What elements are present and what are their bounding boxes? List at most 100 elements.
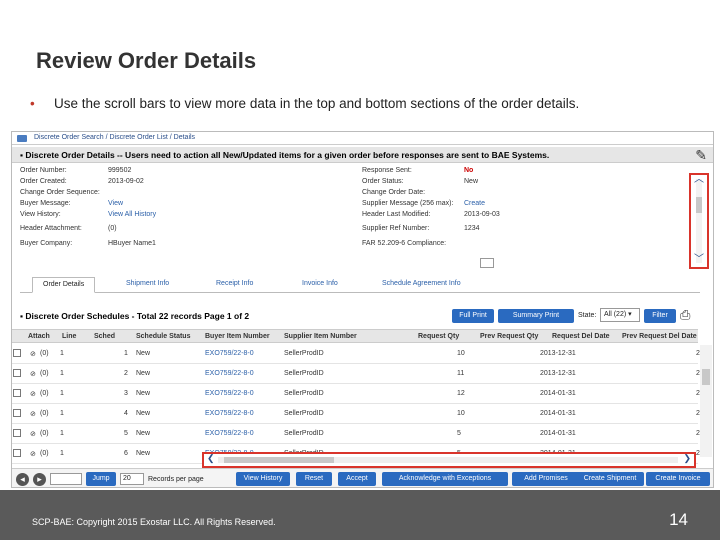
cell-supplier-item: SellerProdID: [284, 390, 324, 397]
action-button-reset[interactable]: Reset: [296, 472, 332, 486]
scroll-track[interactable]: [696, 179, 702, 263]
cell-del-date: 2014-01-31: [540, 410, 576, 417]
cell-line: 1: [60, 430, 64, 437]
cell-buyer-item[interactable]: EXO759/22-8-0: [205, 430, 254, 437]
column-header[interactable]: Schedule Status: [136, 333, 190, 340]
summary-print-button[interactable]: Summary Print: [498, 309, 574, 323]
action-button-accept[interactable]: Accept: [338, 472, 376, 486]
cell-buyer-item[interactable]: EXO759/22-8-0: [205, 370, 254, 377]
next-page-icon[interactable]: ▸: [33, 473, 46, 486]
column-header[interactable]: Prev Request Del Date: [622, 333, 697, 340]
cell-sched: 4: [124, 410, 128, 417]
hscroll-thumb[interactable]: [224, 457, 334, 463]
slide-footer: SCP-BAE: Copyright 2015 Exostar LLC. All…: [0, 490, 720, 540]
action-button-create-invoice[interactable]: Create Invoice: [646, 472, 710, 486]
action-button-view-history[interactable]: View History: [236, 472, 290, 486]
tab-invoice-info[interactable]: Invoice Info: [302, 280, 338, 287]
cell-line: 1: [60, 370, 64, 377]
column-header[interactable]: Buyer Item Number: [205, 333, 270, 340]
details-header: ▪ Discrete Order Details -- Users need t…: [12, 147, 713, 163]
cell-buyer-item[interactable]: EXO759/22-8-0: [205, 390, 254, 397]
cell-del-date: 2013-12-31: [540, 350, 576, 357]
detail-field: Order Status: New: [362, 177, 478, 186]
copyright-text: SCP-BAE: Copyright 2015 Exostar LLC. All…: [32, 517, 276, 527]
filter-button[interactable]: Filter: [644, 309, 676, 323]
action-button-acknowledge-with-exceptions[interactable]: Acknowledge with Exceptions: [382, 472, 508, 486]
chevron-up-icon[interactable]: ︿: [694, 175, 704, 185]
action-button-add-promises[interactable]: Add Promises: [512, 472, 580, 486]
per-page-select[interactable]: 20: [120, 473, 144, 485]
state-select[interactable]: All (22) ▾: [600, 308, 640, 322]
field-value[interactable]: Create: [464, 200, 485, 207]
cell-sched: 3: [124, 390, 128, 397]
export-icon[interactable]: ⎙: [680, 307, 690, 323]
field-value: New: [464, 178, 479, 185]
page-number: 14: [669, 510, 688, 529]
column-header[interactable]: Sched: [94, 333, 115, 340]
grid-horizontal-scrollbar[interactable]: ❮ ❯: [202, 452, 696, 468]
grid-scroll-thumb[interactable]: [702, 369, 710, 385]
detail-field: Buyer Company: HBuyer Name1: [20, 239, 156, 248]
tab-receipt-info[interactable]: Receipt Info: [216, 280, 253, 287]
column-header[interactable]: Prev Request Qty: [480, 333, 538, 340]
field-value[interactable]: View: [108, 200, 123, 207]
row-checkbox[interactable]: [13, 369, 21, 377]
chevron-right-icon[interactable]: ❯: [683, 453, 691, 464]
cell-attach: (0): [40, 390, 49, 397]
field-label: Change Order Date:: [362, 189, 426, 196]
details-vertical-scrollbar[interactable]: ︿ ﹀: [689, 173, 709, 269]
chevron-left-icon[interactable]: ❮: [207, 453, 215, 464]
table-row[interactable]: ⊘ (0) 1 2 New EXO759/22-8-0 SellerProdID 11 2013…: [12, 364, 700, 384]
cell-del-date: 2014-01-31: [540, 430, 576, 437]
row-checkbox[interactable]: [13, 449, 21, 457]
previous-page-icon[interactable]: ◂: [16, 473, 29, 486]
tab-shipment-info[interactable]: Shipment Info: [126, 280, 169, 287]
paperclip-icon[interactable]: ⊘: [30, 350, 36, 358]
column-header[interactable]: Request Del Date: [552, 333, 610, 340]
cell-supplier-item: SellerProdID: [284, 370, 324, 377]
breadcrumb-text[interactable]: Discrete Order Search / Discrete Order L…: [34, 134, 195, 141]
table-row[interactable]: ⊘ (0) 1 5 New EXO759/22-8-0 SellerProdID 5 2014-…: [12, 424, 700, 444]
column-header[interactable]: Attach: [28, 333, 50, 340]
state-value: All (22): [604, 311, 627, 318]
action-button-create-shipment[interactable]: Create Shipment: [576, 472, 644, 486]
table-row[interactable]: ⊘ (0) 1 4 New EXO759/22-8-0 SellerProdID 10 2014…: [12, 404, 700, 424]
tab-order-details[interactable]: Order Details: [32, 277, 96, 293]
table-row[interactable]: ⊘ (0) 1 3 New EXO759/22-8-0 SellerProdID 12 2014…: [12, 384, 700, 404]
column-header[interactable]: Supplier Item Number: [284, 333, 357, 340]
detail-field: Response Sent: No: [362, 166, 473, 175]
row-checkbox[interactable]: [13, 429, 21, 437]
jump-button[interactable]: Jump: [86, 472, 116, 486]
full-print-button[interactable]: Full Print: [452, 309, 494, 323]
cell-supplier-item: SellerProdID: [284, 350, 324, 357]
chevron-down-icon[interactable]: ﹀: [694, 255, 704, 265]
state-label: State:: [578, 312, 597, 319]
paperclip-icon[interactable]: ⊘: [30, 430, 36, 438]
field-label: Supplier Message (256 max):: [362, 200, 454, 207]
row-checkbox[interactable]: [13, 409, 21, 417]
table-row[interactable]: ⊘ (0) 1 1 New EXO759/22-8-0 SellerProdID 10 2013…: [12, 344, 700, 364]
column-header[interactable]: Line: [62, 333, 76, 340]
cell-buyer-item[interactable]: EXO759/22-8-0: [205, 350, 254, 357]
field-value: (0): [108, 225, 117, 232]
paperclip-icon[interactable]: ⊘: [30, 390, 36, 398]
column-header[interactable]: Request Qty: [418, 333, 459, 340]
detail-field: Header Last Modified: 2013-09-03: [362, 210, 500, 219]
compliance-select[interactable]: [480, 258, 494, 268]
grid-vertical-scrollbar[interactable]: [700, 345, 712, 457]
schedules-title-text: Discrete Order Schedules - Total 22 reco…: [25, 311, 250, 321]
tab-schedule-agreement-info[interactable]: Schedule Agreement Info: [382, 280, 461, 287]
field-value: 999502: [108, 167, 132, 174]
edit-icon[interactable]: ✎: [695, 147, 707, 164]
cell-buyer-item[interactable]: EXO759/22-8-0: [205, 410, 254, 417]
cell-sched: 2: [124, 370, 128, 377]
field-value[interactable]: View All History: [108, 211, 156, 218]
paperclip-icon[interactable]: ⊘: [30, 370, 36, 378]
paperclip-icon[interactable]: ⊘: [30, 410, 36, 418]
row-checkbox[interactable]: [13, 349, 21, 357]
page-jump-input[interactable]: [50, 473, 82, 485]
scroll-thumb[interactable]: [696, 197, 702, 213]
paperclip-icon[interactable]: ⊘: [30, 450, 36, 458]
row-checkbox[interactable]: [13, 389, 21, 397]
detail-field: Change Order Date:: [362, 188, 464, 197]
